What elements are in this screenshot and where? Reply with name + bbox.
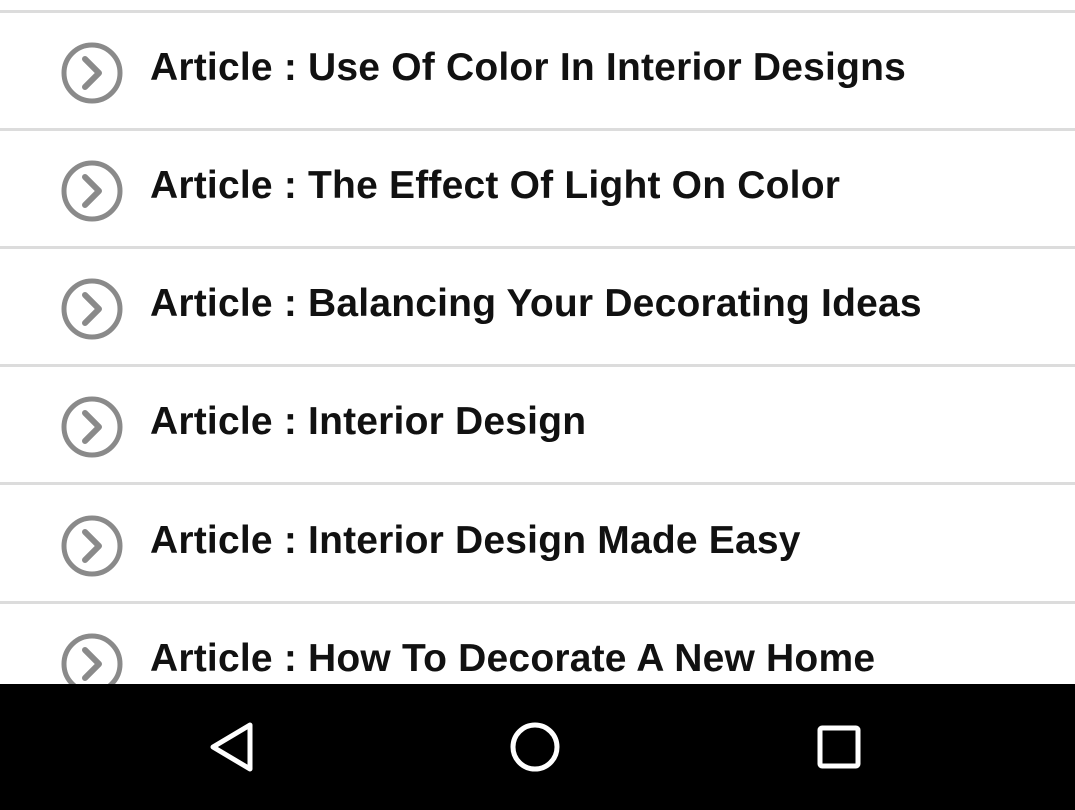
app-screen: Article : Use Of Color In Interior Desig…	[0, 0, 1075, 810]
chevron-right-circle-icon	[61, 633, 123, 684]
chevron-right-circle-icon	[61, 160, 123, 222]
list-item[interactable]: Article : Balancing Your Decorating Idea…	[0, 249, 1075, 367]
list-item-label: Article : The Effect Of Light On Color	[150, 164, 841, 207]
list-item[interactable]: Article : Interior Design	[0, 367, 1075, 485]
chevron-right-circle-icon	[61, 42, 123, 104]
list-item[interactable]: Article : Interior Design Made Easy	[0, 486, 1075, 604]
home-circle-icon[interactable]	[505, 717, 565, 777]
system-nav-bar	[0, 684, 1075, 810]
chevron-right-circle-icon	[61, 278, 123, 340]
list-item[interactable]: Article : Use Of Color In Interior Desig…	[0, 13, 1075, 131]
list-item-label: Article : Interior Design Made Easy	[150, 519, 801, 562]
list-item-label: Article : Balancing Your Decorating Idea…	[150, 282, 922, 325]
list-item-label: Article : Use Of Color In Interior Desig…	[150, 46, 907, 89]
list-item[interactable]: Article : The Effect Of Light On Color	[0, 131, 1075, 249]
list-divider	[0, 482, 1075, 485]
article-list: Article : Use Of Color In Interior Desig…	[0, 0, 1075, 684]
list-item-label: Article : How To Decorate A New Home	[150, 637, 876, 680]
chevron-right-circle-icon	[61, 515, 123, 577]
list-item[interactable]: Article : How To Decorate A New Home	[0, 604, 1075, 684]
list-item-label: Article : Interior Design	[150, 400, 587, 443]
back-triangle-icon[interactable]	[203, 717, 263, 777]
recents-square-icon[interactable]	[809, 717, 869, 777]
chevron-right-circle-icon	[61, 396, 123, 458]
